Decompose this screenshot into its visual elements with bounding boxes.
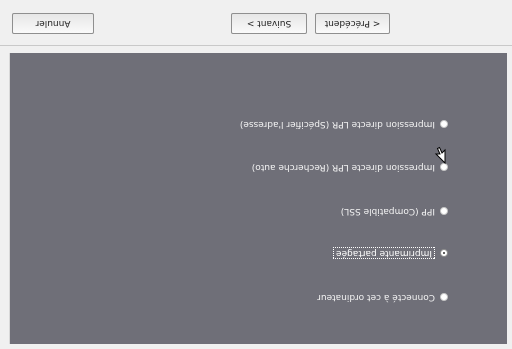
option-local[interactable]: Connecté à cet ordinateur [317, 292, 448, 302]
radio-button[interactable] [440, 120, 448, 128]
option-label: Impression directe LPR (Spécifier l'adre… [239, 119, 435, 129]
separator [0, 45, 512, 46]
button-bar: < Précédent Suivant > Annuler [0, 0, 512, 46]
option-lpr-auto[interactable]: Impression directe LPR (Recherche auto) [252, 162, 448, 172]
connection-type-panel: Connecté à cet ordinateur Imprimante par… [9, 53, 507, 344]
previous-button[interactable]: < Précédent [315, 13, 390, 34]
option-lpr-address[interactable]: Impression directe LPR (Spécifier l'adre… [240, 119, 448, 129]
option-ipp[interactable]: IPP (Compatible SSL) [341, 206, 448, 216]
printer-setup-dialog: Connecté à cet ordinateur Imprimante par… [0, 0, 512, 349]
radio-button[interactable] [440, 163, 448, 171]
option-label: Impression directe LPR (Recherche auto) [251, 162, 435, 172]
option-label: IPP (Compatible SSL) [340, 206, 435, 216]
cancel-button[interactable]: Annuler [12, 13, 94, 34]
radio-button[interactable] [440, 293, 448, 301]
option-label: Imprimante partagée [332, 247, 435, 259]
option-label: Connecté à cet ordinateur [317, 292, 435, 302]
mouse-pointer-icon [434, 146, 446, 164]
radio-button[interactable] [440, 207, 448, 215]
next-button[interactable]: Suivant > [231, 13, 307, 34]
option-shared-printer[interactable]: Imprimante partagée [332, 247, 448, 259]
radio-button-selected[interactable] [440, 249, 448, 257]
